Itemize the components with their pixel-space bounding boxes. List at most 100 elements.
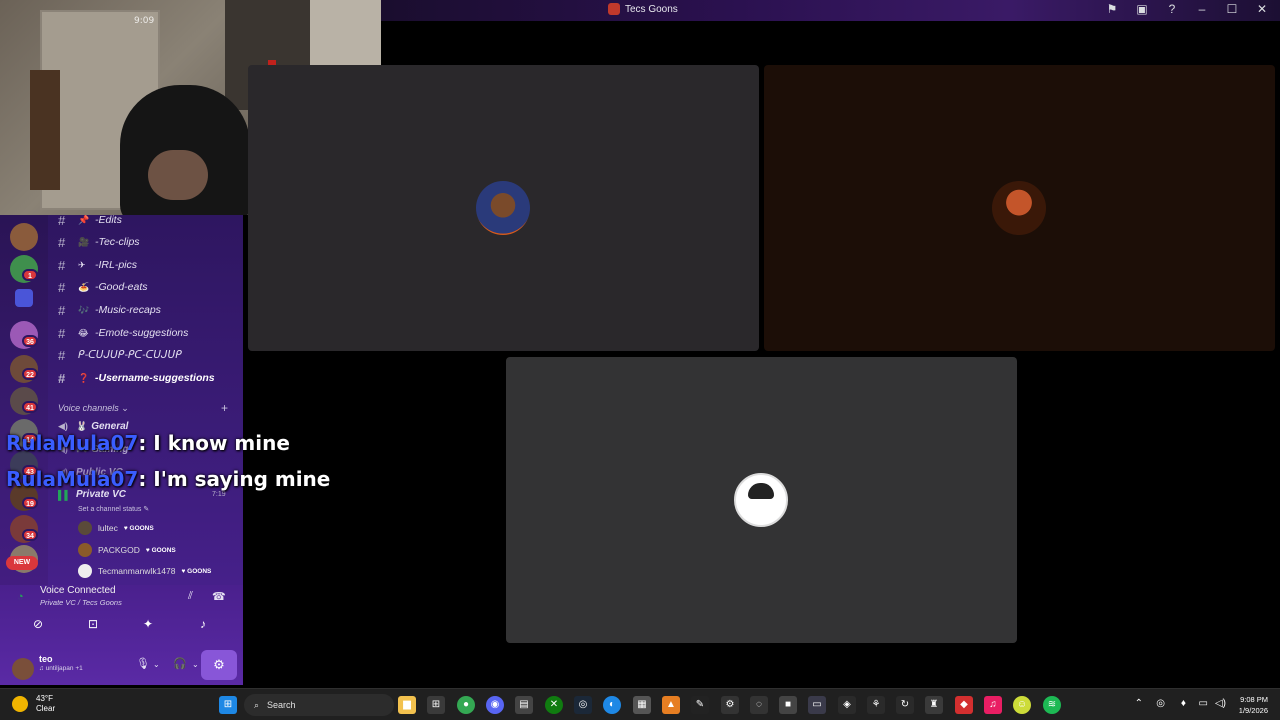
caption-text: : I know mine [138,431,290,455]
maximize-button[interactable]: ☐ [1224,2,1240,16]
channel-item[interactable]: # 😂 -Emote-suggestions [58,323,188,343]
app-icon[interactable]: ◆ [955,696,973,714]
participant-avatar [476,181,530,235]
server-badge: 41 [22,401,38,413]
chrome-icon[interactable]: ● [457,696,475,714]
app-icon[interactable]: ■ [779,696,797,714]
new-badge[interactable]: NEW [6,556,38,570]
add-channel-icon[interactable]: + [221,401,228,415]
voice-member[interactable]: PACKGOD ♥ GOONS [78,541,176,559]
start-icon[interactable]: ⊞ [219,696,237,714]
server-badge: 22 [22,368,38,380]
server-badge: 1 [22,269,38,281]
channel-emoji: ✈ [78,259,86,270]
noise-suppression-icon[interactable]: ⫽ [188,590,193,603]
microphone-icon[interactable]: 🎙 [136,657,150,670]
music-icon[interactable]: ♫ [984,696,1002,714]
app-icon[interactable]: ▤ [515,696,533,714]
video-tile[interactable] [764,65,1275,351]
member-tag: ♥ GOONS [123,524,154,532]
disconnect-icon[interactable]: ☎ [212,590,226,603]
close-button[interactable]: ✕ [1254,2,1270,16]
chevron-down-icon[interactable]: ⌄ [192,660,199,669]
headphones-icon[interactable]: 🎧 [173,657,187,670]
microphone-icon[interactable]: ♦ [1181,698,1186,709]
channel-status-text: Set a channel status [78,506,142,513]
app-icon[interactable]: ⚙ [721,696,739,714]
clock[interactable]: 9:08 PM 1/9/2026 [1222,694,1268,716]
app-icon[interactable]: ▲ [662,696,680,714]
channel-status[interactable]: Set a channel status ✎ [78,505,149,513]
camera-off-icon[interactable]: ⊘ [20,617,56,635]
hash-icon: # [58,302,66,318]
settings-gear-icon[interactable]: ⚙ [201,650,237,680]
app-icon[interactable]: ♜ [925,696,943,714]
channel-emoji: 🎶 [78,304,90,315]
voice-active-icon: ▌▌ [58,489,71,500]
voice-section-header[interactable]: Voice channels ⌄ [58,403,129,414]
app-icon[interactable]: ↻ [896,696,914,714]
browser-icon[interactable]: ◐ [603,696,621,714]
video-tile[interactable] [248,65,759,351]
signal-icon[interactable]: ◔ [17,591,24,603]
channel-item[interactable]: # ᑭ-ᑕᑌᒍᑌᑭ-ᑭᑕ-ᑕᑌᒍᑌᑭ [58,345,182,365]
app-icon[interactable]: ✎ [691,696,709,714]
app-icon[interactable]: ▦ [633,696,651,714]
server-icon[interactable] [10,223,38,251]
channel-item[interactable]: # 🎥 -Tec-clips [58,232,140,252]
help-icon[interactable]: ? [1164,2,1180,16]
channel-item[interactable]: # 📌 -Edits [58,210,122,230]
caption-text: : I'm saying mine [138,467,331,491]
channel-item-active[interactable]: # ❓ -Username-suggestions [58,368,215,388]
server-badge: 34 [22,529,38,541]
steam-icon[interactable]: ◎ [574,696,592,714]
clock-time: 9:08 PM [1240,695,1268,704]
app-icon[interactable]: ⚘ [867,696,885,714]
channel-item[interactable]: # 🍝 -Good-eats [58,277,148,297]
app-icon[interactable]: ☺ [1013,696,1031,714]
chevron-up-icon[interactable]: ⌃ [1135,698,1143,709]
video-tile[interactable] [506,357,1017,643]
voice-member[interactable]: Tecmanmanwlk1478 ♥ GOONS [78,562,211,580]
search-box[interactable]: ⌕ Search [244,694,394,716]
voice-member[interactable]: lultec ♥ GOONS [78,519,154,537]
pencil-icon: ✎ [143,506,150,513]
participant-avatar [992,181,1046,235]
hash-icon: # [58,325,66,341]
screen-share-icon[interactable]: ⊡ [75,617,111,635]
app-icon[interactable]: ◌ [750,696,768,714]
spotify-icon[interactable]: ≋ [1043,696,1061,714]
user-bar: teo ♫ untiljapan +1 🎙 ⌄ 🎧 ⌄ ⚙ [0,650,243,685]
soundboard-icon[interactable]: ♪ [185,617,221,635]
screen-icon[interactable]: ▣ [1134,2,1150,16]
minimize-button[interactable]: – [1194,2,1210,16]
member-tag: ♥ GOONS [145,546,176,554]
app-icon[interactable]: ◈ [838,696,856,714]
moon-icon [12,696,28,712]
member-name: lultec [98,523,118,533]
app-icon[interactable]: ▭ [808,696,826,714]
discord-icon[interactable]: ◉ [486,696,504,714]
chevron-down-icon: ⌄ [121,403,129,413]
channel-item[interactable]: # 🎶 -Music-recaps [58,300,161,320]
channel-item[interactable]: # ✈ -IRL-pics [58,255,137,275]
flag-icon[interactable]: ⚑ [1104,2,1120,16]
hash-icon: # [58,347,66,363]
avatar[interactable] [12,658,34,680]
folder-icon[interactable] [15,289,33,307]
network-icon[interactable]: ▭ [1199,698,1208,709]
file-explorer-icon[interactable]: ▆ [398,696,416,714]
user-status-text: untiljapan +1 [45,665,83,672]
activities-icon[interactable]: ✦ [130,617,166,635]
caption-nick: RulaMula07 [6,431,139,455]
tray-app-icon[interactable]: ◎ [1156,698,1165,709]
webcam-shelf [30,70,60,190]
voice-connected-subtitle[interactable]: Private VC / Tecs Goons [40,598,122,607]
chevron-down-icon[interactable]: ⌄ [153,660,160,669]
hash-icon: # [58,234,66,250]
member-tag-text: GOONS [187,567,212,575]
xbox-icon[interactable]: ✕ [545,696,563,714]
voice-section-label: Voice channels [58,403,119,413]
weather-widget[interactable]: 43°F Clear [12,694,55,714]
store-icon[interactable]: ⊞ [427,696,445,714]
